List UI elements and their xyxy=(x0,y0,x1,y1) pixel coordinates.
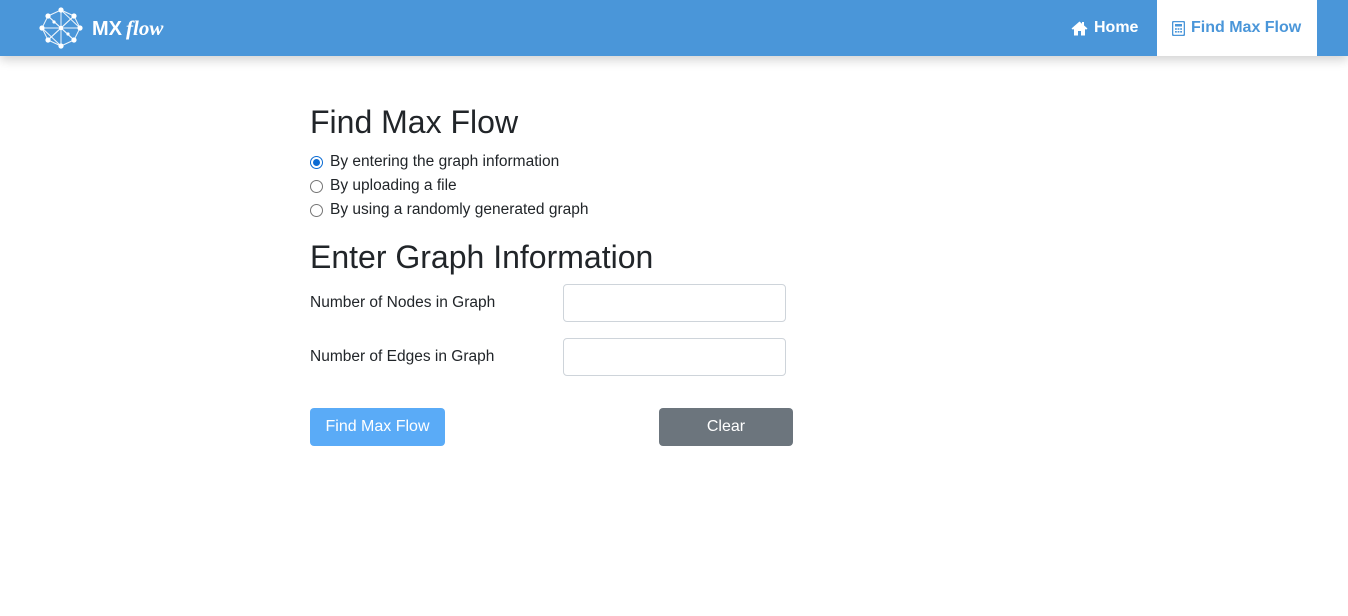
edges-label: Number of Edges in Graph xyxy=(310,348,495,365)
page-title: Find Max Flow xyxy=(310,104,519,140)
radio-enter-info[interactable] xyxy=(310,155,323,169)
radio-option-upload-file[interactable]: By uploading a file xyxy=(310,176,457,196)
brand-mx: MX xyxy=(92,17,122,40)
brand-logo[interactable]: MX flow xyxy=(38,6,163,50)
brand-name: MX flow xyxy=(92,16,163,41)
section-title: Enter Graph Information xyxy=(310,239,654,275)
edges-input[interactable] xyxy=(563,338,786,376)
find-max-flow-button[interactable]: Find Max Flow xyxy=(310,408,445,446)
radio-random-graph[interactable] xyxy=(310,203,323,217)
radio-enter-info-label: By entering the graph information xyxy=(330,153,560,170)
nodes-label: Number of Nodes in Graph xyxy=(310,294,496,311)
brand-flow: flow xyxy=(126,15,164,40)
home-icon xyxy=(1071,21,1088,35)
nav-find-max-flow-label: Find Max Flow xyxy=(1191,19,1302,36)
radio-upload-file-label: By uploading a file xyxy=(330,177,457,194)
clear-button[interactable]: Clear xyxy=(659,408,793,446)
radio-random-graph-label: By using a randomly generated graph xyxy=(330,201,589,218)
nodes-input[interactable] xyxy=(563,284,786,322)
nav-find-max-flow-link[interactable]: Find Max Flow xyxy=(1157,0,1317,56)
network-graph-icon xyxy=(39,7,83,49)
radio-option-enter-info[interactable]: By entering the graph information xyxy=(310,152,559,172)
radio-upload-file[interactable] xyxy=(310,179,323,193)
calculator-icon xyxy=(1172,20,1185,36)
radio-option-random-graph[interactable]: By using a randomly generated graph xyxy=(310,200,589,220)
nav-home-link[interactable]: Home xyxy=(1071,0,1151,56)
nav-home-label: Home xyxy=(1094,19,1139,36)
top-navbar: MX flow Home Find Max Flow xyxy=(0,0,1348,56)
